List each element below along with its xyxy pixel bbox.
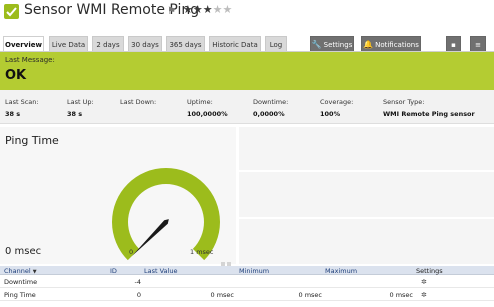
gauge-page-dots[interactable] [221, 251, 233, 266]
tab-log[interactable]: Log [265, 36, 287, 52]
status-banner: Last Message: OK [0, 52, 494, 90]
sensor-info-row: Last Scan: 38 s Last Up: 38 s Last Down:… [0, 90, 494, 124]
tab-notifications[interactable]: 🔔 Notifications [361, 36, 421, 52]
info-last-down: Last Down: [120, 98, 157, 106]
col-minimum[interactable]: Minimum [239, 267, 269, 275]
tab-bar: Overview Live Data 2 days 30 days 365 da… [0, 36, 494, 52]
table-row[interactable]: Ping Time 0 0 msec 0 msec 0 msec ✲ [0, 289, 494, 301]
cell-id: 0 [136, 291, 141, 299]
col-id[interactable]: ID [110, 267, 117, 275]
status-label: Last Message: [5, 56, 55, 64]
gauge-panel: Ping Time 0 1 msec 0 msec [0, 127, 236, 266]
info-last-scan: Last Scan: 38 s [5, 98, 39, 118]
tab-settings[interactable]: 🔧 Settings [310, 36, 354, 52]
col-maximum[interactable]: Maximum [325, 267, 357, 275]
info-uptime: Uptime: 100,0000% [187, 98, 228, 118]
col-settings: Settings [416, 267, 443, 275]
tab-live-data[interactable]: Live Data [49, 36, 88, 52]
tab-historic-data[interactable]: Historic Data [209, 36, 261, 52]
gear-icon[interactable]: ✲ [421, 291, 427, 299]
table-header: Channel ▼ ID Last Value Minimum Maximum S… [0, 266, 494, 275]
info-last-up: Last Up: 38 s [67, 98, 94, 118]
priority-stars[interactable]: ★★★★★ [183, 3, 232, 16]
table-row[interactable]: Downtime -4 ✲ [0, 276, 494, 288]
channel-table: Channel ▼ ID Last Value Minimum Maximum S… [0, 266, 494, 307]
gear-icon[interactable]: ✲ [421, 278, 427, 286]
green-check-icon [4, 4, 19, 19]
comment-icon[interactable]: ▪ [446, 36, 461, 52]
star-icon[interactable]: ★ [183, 3, 193, 16]
sort-down-icon: ▼ [32, 269, 37, 275]
col-channel[interactable]: Channel ▼ [4, 267, 37, 275]
bell-icon: 🔔 [363, 40, 374, 49]
menu-icon[interactable]: ≡ [470, 36, 486, 52]
star-icon[interactable]: ★ [193, 3, 203, 16]
gauge-max-label: 1 msec [190, 248, 214, 256]
info-downtime: Downtime: 0,0000% [253, 98, 289, 118]
cell-channel[interactable]: Ping Time [4, 291, 36, 299]
sensor-header: Sensor WMI Remote Ping ⚑ ★★★★★ [0, 0, 494, 26]
col-last-value[interactable]: Last Value [144, 267, 177, 275]
info-sensor-type: Sensor Type: WMI Remote Ping sensor [383, 98, 475, 118]
status-value: OK [5, 68, 27, 83]
graph-panel-1 [239, 127, 494, 170]
graph-panel-3 [239, 219, 494, 264]
tab-2-days[interactable]: 2 days [92, 36, 124, 52]
star-icon[interactable]: ★ [203, 3, 213, 16]
cell-channel[interactable]: Downtime [4, 278, 37, 286]
wrench-icon: 🔧 [311, 40, 322, 49]
flag-icon[interactable]: ⚑ [167, 6, 176, 17]
info-coverage: Coverage: 100% [320, 98, 354, 118]
cell-id: -4 [134, 278, 141, 286]
gauge-min-label: 0 [129, 248, 134, 256]
cell-minimum: 0 msec [298, 291, 323, 299]
cell-maximum: 0 msec [389, 291, 414, 299]
cell-last-value: 0 msec [210, 291, 235, 299]
gauge-value: 0 msec [5, 246, 42, 257]
tab-overview[interactable]: Overview [3, 36, 44, 52]
tab-365-days[interactable]: 365 days [166, 36, 205, 52]
graph-panel-2 [239, 172, 494, 217]
gauge-chart [112, 168, 220, 261]
gauge-needle [132, 219, 169, 256]
tab-30-days[interactable]: 30 days [128, 36, 162, 52]
gauge-arc [112, 168, 220, 261]
star-icon[interactable]: ★ [213, 3, 223, 16]
star-icon[interactable]: ★ [223, 3, 233, 16]
